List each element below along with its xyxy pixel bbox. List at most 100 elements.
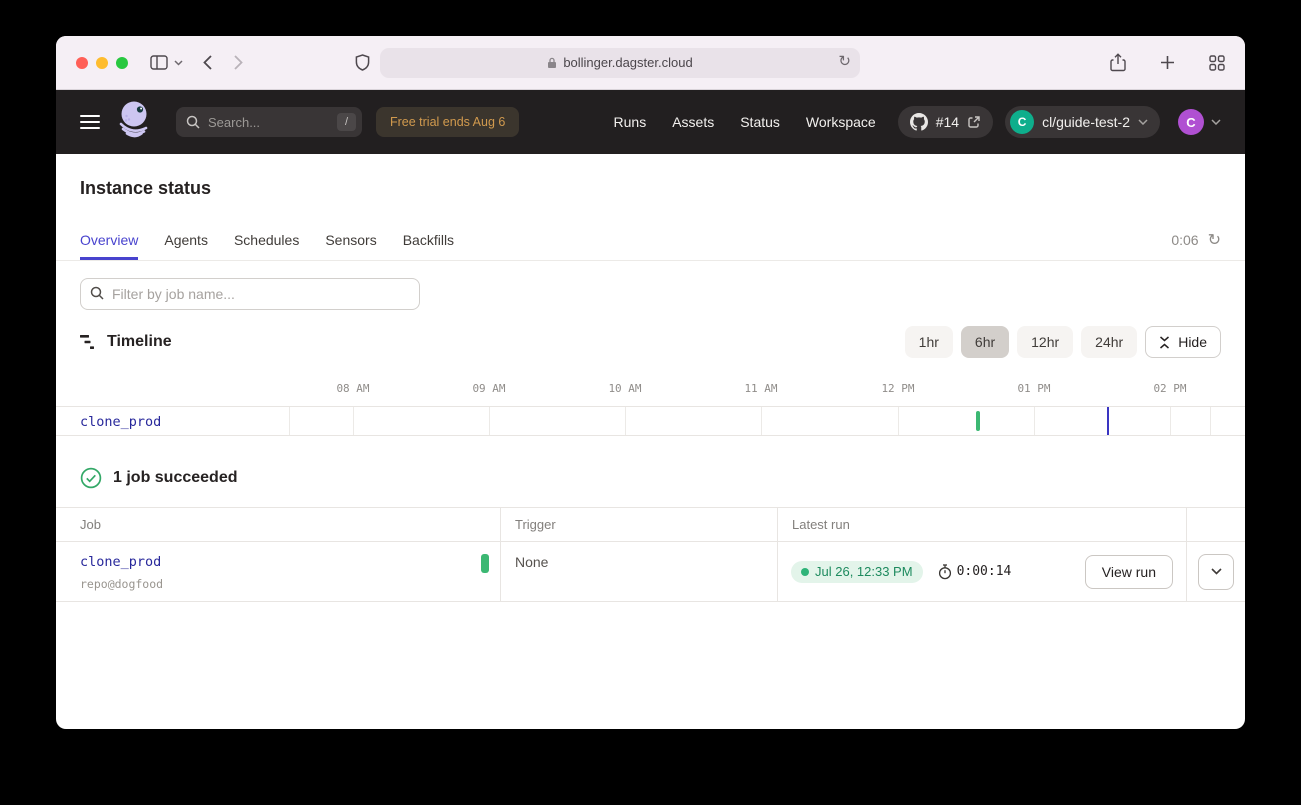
global-search[interactable]: Search... / <box>176 107 362 137</box>
page-title: Instance status <box>56 154 1245 199</box>
close-window-button[interactable] <box>76 57 88 69</box>
axis-tick: 02 PM <box>1153 382 1186 395</box>
dagster-logo-icon[interactable] <box>114 99 154 146</box>
tab-backfills[interactable]: Backfills <box>403 232 454 260</box>
minimize-window-button[interactable] <box>96 57 108 69</box>
col-latest-run: Latest run <box>777 508 1186 541</box>
search-icon <box>90 286 104 305</box>
tab-overview-icon[interactable] <box>1209 55 1225 71</box>
timeline-job-link[interactable]: clone_prod <box>80 414 161 430</box>
nav-assets[interactable]: Assets <box>672 114 714 130</box>
new-tab-icon[interactable] <box>1160 55 1175 70</box>
col-trigger: Trigger <box>500 508 777 541</box>
run-status-badge[interactable]: Jul 26, 12:33 PM <box>791 561 923 583</box>
job-repo: repo@dogfood <box>80 577 486 591</box>
external-link-icon <box>967 115 981 129</box>
latest-run-cell: Jul 26, 12:33 PM 0:00:14 View run <box>777 542 1186 601</box>
axis-tick: 09 AM <box>472 382 505 395</box>
app-header: Search... / Free trial ends Aug 6 Runs A… <box>56 90 1245 154</box>
job-status-tick[interactable] <box>481 554 489 573</box>
refresh-icon[interactable]: ↻ <box>1208 230 1221 250</box>
axis-tick: 12 PM <box>881 382 914 395</box>
menu-icon[interactable] <box>80 115 100 129</box>
refresh-countdown: 0:06 ↻ <box>1171 230 1221 260</box>
workspace-name: cl/guide-test-2 <box>1042 114 1130 130</box>
range-24hr-button[interactable]: 24hr <box>1081 326 1137 358</box>
timeline-header: Timeline 1hr 6hr 12hr 24hr Hide <box>56 316 1245 364</box>
job-filter-input[interactable] <box>80 278 420 310</box>
tab-overview[interactable]: Overview <box>80 232 138 260</box>
range-12hr-button[interactable]: 12hr <box>1017 326 1073 358</box>
table-row: clone_prod repo@dogfood None Jul 26, 12:… <box>56 542 1245 602</box>
range-1hr-button[interactable]: 1hr <box>905 326 953 358</box>
tab-sensors[interactable]: Sensors <box>325 232 376 260</box>
nav-runs[interactable]: Runs <box>614 114 647 130</box>
hide-timeline-button[interactable]: Hide <box>1145 326 1221 358</box>
user-menu[interactable]: C <box>1178 109 1221 135</box>
summary-text: 1 job succeeded <box>113 469 238 487</box>
url-text: bollinger.dagster.cloud <box>563 55 692 70</box>
table-header: Job Trigger Latest run <box>56 508 1245 542</box>
timeline-chart: 08 AM 09 AM 10 AM 11 AM 12 PM 01 PM 02 P… <box>56 380 1245 439</box>
timeline-icon <box>80 334 96 350</box>
run-duration: 0:00:14 <box>938 564 1012 580</box>
github-version-pill[interactable]: #14 <box>898 106 993 138</box>
nav-status[interactable]: Status <box>740 114 780 130</box>
search-icon <box>186 115 200 129</box>
job-link[interactable]: clone_prod <box>80 554 161 570</box>
trigger-cell: None <box>500 542 777 601</box>
forward-icon[interactable] <box>234 55 243 70</box>
search-shortcut-badge: / <box>337 113 356 131</box>
chevron-down-icon <box>1211 568 1222 575</box>
timeline-run-marker[interactable] <box>976 411 980 431</box>
timeline-lane: clone_prod <box>56 406 1245 436</box>
row-expand-button[interactable] <box>1198 554 1234 590</box>
chevron-down-icon <box>1138 119 1148 125</box>
run-duration-value: 0:00:14 <box>957 564 1012 579</box>
summary-row: 1 job succeeded <box>56 439 1245 507</box>
tab-bar: Overview Agents Schedules Sensors Backfi… <box>56 225 1245 261</box>
collapse-icon <box>1159 336 1170 349</box>
browser-toolbar: bollinger.dagster.cloud ↻ <box>56 36 1245 90</box>
lock-icon <box>547 57 557 69</box>
view-run-button[interactable]: View run <box>1085 555 1173 589</box>
trial-badge[interactable]: Free trial ends Aug 6 <box>376 107 519 137</box>
privacy-shield-icon[interactable] <box>355 54 370 71</box>
workspace-switcher[interactable]: C cl/guide-test-2 <box>1005 106 1160 138</box>
nav-workspace[interactable]: Workspace <box>806 114 876 130</box>
github-version-label: #14 <box>936 114 959 130</box>
range-6hr-button[interactable]: 6hr <box>961 326 1009 358</box>
tab-schedules[interactable]: Schedules <box>234 232 299 260</box>
workspace-avatar: C <box>1010 110 1034 134</box>
chevron-down-icon <box>1211 119 1221 125</box>
search-placeholder: Search... <box>208 115 260 130</box>
sidebar-toggle-icon[interactable] <box>150 55 168 70</box>
page-content: Instance status Overview Agents Schedule… <box>56 154 1245 602</box>
zoom-window-button[interactable] <box>116 57 128 69</box>
check-circle-icon <box>80 467 102 489</box>
stopwatch-icon <box>938 564 952 580</box>
axis-tick: 10 AM <box>608 382 641 395</box>
countdown-value: 0:06 <box>1171 232 1198 248</box>
axis-tick: 11 AM <box>744 382 777 395</box>
col-job: Job <box>56 508 500 541</box>
run-date: Jul 26, 12:33 PM <box>815 564 913 579</box>
address-bar[interactable]: bollinger.dagster.cloud ↻ <box>380 48 860 78</box>
share-icon[interactable] <box>1110 53 1126 72</box>
reload-icon[interactable]: ↻ <box>838 52 851 70</box>
success-dot-icon <box>801 568 809 576</box>
jobs-table: Job Trigger Latest run clone_prod repo@d… <box>56 507 1245 602</box>
timeline-title: Timeline <box>107 333 172 351</box>
filter-section <box>56 261 1245 316</box>
github-icon <box>910 113 928 131</box>
top-navigation: Runs Assets Status Workspace <box>614 114 876 130</box>
sidebar-chevron-icon[interactable] <box>174 60 183 66</box>
axis-tick: 01 PM <box>1017 382 1050 395</box>
browser-window: bollinger.dagster.cloud ↻ <box>56 36 1245 729</box>
col-actions <box>1186 508 1245 541</box>
axis-tick: 08 AM <box>336 382 369 395</box>
user-avatar: C <box>1178 109 1204 135</box>
timeline-now-line <box>1107 407 1109 435</box>
back-icon[interactable] <box>203 55 212 70</box>
tab-agents[interactable]: Agents <box>164 232 208 260</box>
